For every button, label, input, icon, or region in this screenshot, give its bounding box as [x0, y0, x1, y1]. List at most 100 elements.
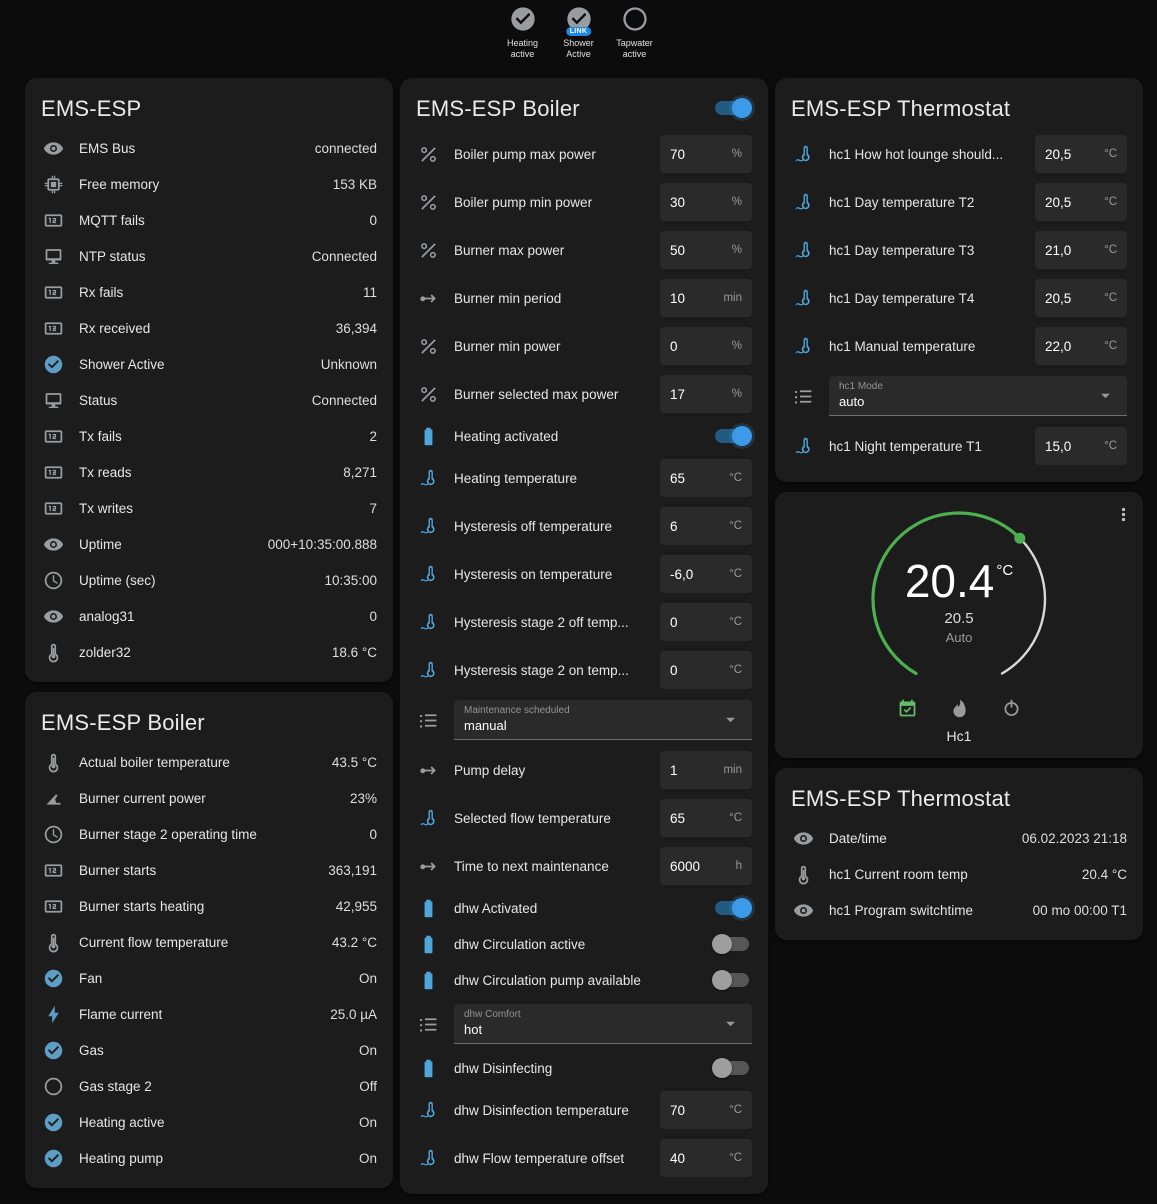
entity-row[interactable]: Hysteresis stage 2 on temp... 0 0 °C Hys… — [416, 646, 752, 694]
entity-row[interactable]: Pump delay 1 1 min Pump delay 1 — [416, 746, 752, 794]
glance-badge[interactable]: Tapwater active — [611, 5, 659, 61]
entity-row[interactable]: Uptime 000+10:35:00.888 000+10:35:00.888… — [41, 526, 377, 562]
entity-row[interactable]: hc1 Day temperature T2 20,5 20,5 °C hc1 … — [791, 178, 1127, 226]
entity-row[interactable]: NTP status Connected Connected NTP statu… — [41, 238, 377, 274]
entity-row[interactable]: Maintenance scheduled manual manual Main… — [416, 694, 752, 746]
entity-row[interactable]: hc1 Program switchtime 00 mo 00:00 T1 00… — [791, 892, 1127, 928]
entity-row[interactable]: Burner stage 2 operating time 0 0 Burner… — [41, 816, 377, 852]
entity-row[interactable]: Tx writes 7 7 Tx writes 7 — [41, 490, 377, 526]
number-input[interactable]: 50 % — [660, 231, 752, 269]
entity-row[interactable]: zolder32 18.6 °C 18.6 °C zolder32 18.6 °… — [41, 634, 377, 670]
entity-row[interactable]: Selected flow temperature 65 65 °C Selec… — [416, 794, 752, 842]
entity-row[interactable]: Heating temperature 65 65 °C Heating tem… — [416, 454, 752, 502]
entity-row[interactable]: Rx received 36,394 36,394 Rx received 36… — [41, 310, 377, 346]
entity-row[interactable]: MQTT fails 0 0 MQTT fails 0 — [41, 202, 377, 238]
select-input[interactable]: dhw Comfort hot — [454, 1004, 752, 1044]
glance-badge[interactable]: Heating active — [499, 5, 547, 61]
entity-row[interactable]: Free memory 153 KB 153 KB Free memory 15… — [41, 166, 377, 202]
toggle-switch[interactable] — [712, 970, 752, 990]
number-input[interactable]: 17 % — [660, 375, 752, 413]
fire-icon[interactable] — [947, 696, 971, 720]
number-input[interactable]: 21,0 °C — [1035, 231, 1127, 269]
toggle-switch[interactable] — [712, 426, 752, 446]
entity-row[interactable]: Burner min power 0 0 % Burner min power … — [416, 322, 752, 370]
entity-row[interactable]: Actual boiler temperature 43.5 °C 43.5 °… — [41, 744, 377, 780]
entity-row[interactable]: Heating active On On Heating active On — [41, 1104, 377, 1140]
calendar-check-icon[interactable] — [895, 696, 919, 720]
number-input[interactable]: 20,5 °C — [1035, 279, 1127, 317]
thermostat-dial[interactable]: 20.4 °C 20.5 Auto — [864, 504, 1054, 694]
number-input[interactable]: 6000 h — [660, 847, 752, 885]
number-input[interactable]: 20,5 °C — [1035, 183, 1127, 221]
entity-row[interactable]: dhw Flow temperature offset 40 40 °C dhw… — [416, 1134, 752, 1182]
entity-row[interactable]: Uptime (sec) 10:35:00 10:35:00 Uptime (s… — [41, 562, 377, 598]
entity-row[interactable]: Burner starts heating 42,955 42,955 Burn… — [41, 888, 377, 924]
entity-row[interactable]: Rx fails 11 11 Rx fails 11 — [41, 274, 377, 310]
entity-row[interactable]: Time to next maintenance 6000 6000 h Tim… — [416, 842, 752, 890]
entity-row[interactable]: dhw Circulation pump available dhw Circu… — [416, 962, 752, 998]
entity-row[interactable]: dhw Circulation active dhw Circulation a… — [416, 926, 752, 962]
entity-row[interactable]: Burner current power 23% 23% Burner curr… — [41, 780, 377, 816]
entity-row[interactable]: EMS Bus connected connected EMS Bus conn… — [41, 130, 377, 166]
number-input[interactable]: 65 °C — [660, 459, 752, 497]
number-input[interactable]: 20,5 °C — [1035, 135, 1127, 173]
select-input[interactable]: Maintenance scheduled manual — [454, 700, 752, 740]
toggle-switch[interactable] — [712, 934, 752, 954]
entity-row[interactable]: Boiler pump max power 70 70 % Boiler pum… — [416, 130, 752, 178]
card-toggle-switch[interactable] — [712, 98, 752, 118]
entity-row[interactable]: hc1 Mode auto auto hc1 Mode auto — [791, 370, 1127, 422]
entity-row[interactable]: Status Connected Connected Status Connec… — [41, 382, 377, 418]
entity-row[interactable]: Burner starts 363,191 363,191 Burner sta… — [41, 852, 377, 888]
entity-row[interactable]: hc1 Day temperature T3 21,0 21,0 °C hc1 … — [791, 226, 1127, 274]
entity-label: hc1 Day temperature T2 — [829, 195, 1035, 210]
entity-row[interactable]: hc1 How hot lounge should... 20,5 20,5 °… — [791, 130, 1127, 178]
entity-row[interactable]: dhw Comfort hot hot dhw Comfort hot — [416, 998, 752, 1050]
entity-row[interactable]: hc1 Manual temperature 22,0 22,0 °C hc1 … — [791, 322, 1127, 370]
number-input[interactable]: 0 % — [660, 327, 752, 365]
entity-row[interactable]: Flame current 25.0 µA 25.0 µA Flame curr… — [41, 996, 377, 1032]
entity-row[interactable]: Burner min period 10 10 min Burner min p… — [416, 274, 752, 322]
toggle-switch[interactable] — [712, 898, 752, 918]
entity-row[interactable]: hc1 Day temperature T4 20,5 20,5 °C hc1 … — [791, 274, 1127, 322]
entity-row[interactable]: Boiler pump min power 30 30 % Boiler pum… — [416, 178, 752, 226]
entity-row[interactable]: hc1 Current room temp 20.4 °C 20.4 °C hc… — [791, 856, 1127, 892]
entity-row[interactable]: Heating activated Heating activated — [416, 418, 752, 454]
number-input[interactable]: -6,0 °C — [660, 555, 752, 593]
entity-row[interactable]: Fan On On Fan On — [41, 960, 377, 996]
entity-row[interactable]: Burner max power 50 50 % Burner max powe… — [416, 226, 752, 274]
entity-row[interactable]: Hysteresis off temperature 6 6 °C Hyster… — [416, 502, 752, 550]
entity-row[interactable]: dhw Disinfection temperature 70 70 °C dh… — [416, 1086, 752, 1134]
number-input[interactable]: 70 °C — [660, 1091, 752, 1129]
entity-row[interactable]: analog31 0 0 analog31 0 — [41, 598, 377, 634]
number-input[interactable]: 70 % — [660, 135, 752, 173]
number-input[interactable]: 0 °C — [660, 603, 752, 641]
entity-row[interactable]: Current flow temperature 43.2 °C 43.2 °C… — [41, 924, 377, 960]
entity-row[interactable]: dhw Disinfecting dhw Disinfecting — [416, 1050, 752, 1086]
number-input[interactable]: 30 % — [660, 183, 752, 221]
number-input[interactable]: 10 min — [660, 279, 752, 317]
toggle-switch[interactable] — [712, 1058, 752, 1078]
entity-row[interactable]: Hysteresis stage 2 off temp... 0 0 °C Hy… — [416, 598, 752, 646]
entity-row[interactable]: Hysteresis on temperature -6,0 -6,0 °C H… — [416, 550, 752, 598]
number-input[interactable]: 65 °C — [660, 799, 752, 837]
entity-row[interactable]: Gas On On Gas On — [41, 1032, 377, 1068]
select-input[interactable]: hc1 Mode auto — [829, 376, 1127, 416]
entity-row[interactable]: Shower Active Unknown Unknown Shower Act… — [41, 346, 377, 382]
number-input[interactable]: 0 °C — [660, 651, 752, 689]
entity-row[interactable]: Gas stage 2 Off Off Gas stage 2 Off — [41, 1068, 377, 1104]
entity-row[interactable]: Date/time 06.02.2023 21:18 06.02.2023 21… — [791, 820, 1127, 856]
entity-row[interactable]: dhw Activated dhw Activated — [416, 890, 752, 926]
glance-badge[interactable]: LINK Shower Active — [555, 5, 603, 61]
number-input[interactable]: 1 min — [660, 751, 752, 789]
entity-row[interactable]: Tx reads 8,271 8,271 Tx reads 8,271 — [41, 454, 377, 490]
entity-row[interactable]: Burner selected max power 17 17 % Burner… — [416, 370, 752, 418]
entity-row[interactable]: Heating pump On On Heating pump On — [41, 1140, 377, 1176]
power-icon[interactable] — [999, 696, 1023, 720]
entity-row[interactable]: Tx fails 2 2 Tx fails 2 — [41, 418, 377, 454]
overflow-menu-icon[interactable] — [1111, 502, 1135, 526]
number-input[interactable]: 22,0 °C — [1035, 327, 1127, 365]
number-input[interactable]: 15,0 °C — [1035, 427, 1127, 465]
number-input[interactable]: 40 °C — [660, 1139, 752, 1177]
entity-row[interactable]: hc1 Night temperature T1 15,0 15,0 °C hc… — [791, 422, 1127, 470]
number-input[interactable]: 6 °C — [660, 507, 752, 545]
